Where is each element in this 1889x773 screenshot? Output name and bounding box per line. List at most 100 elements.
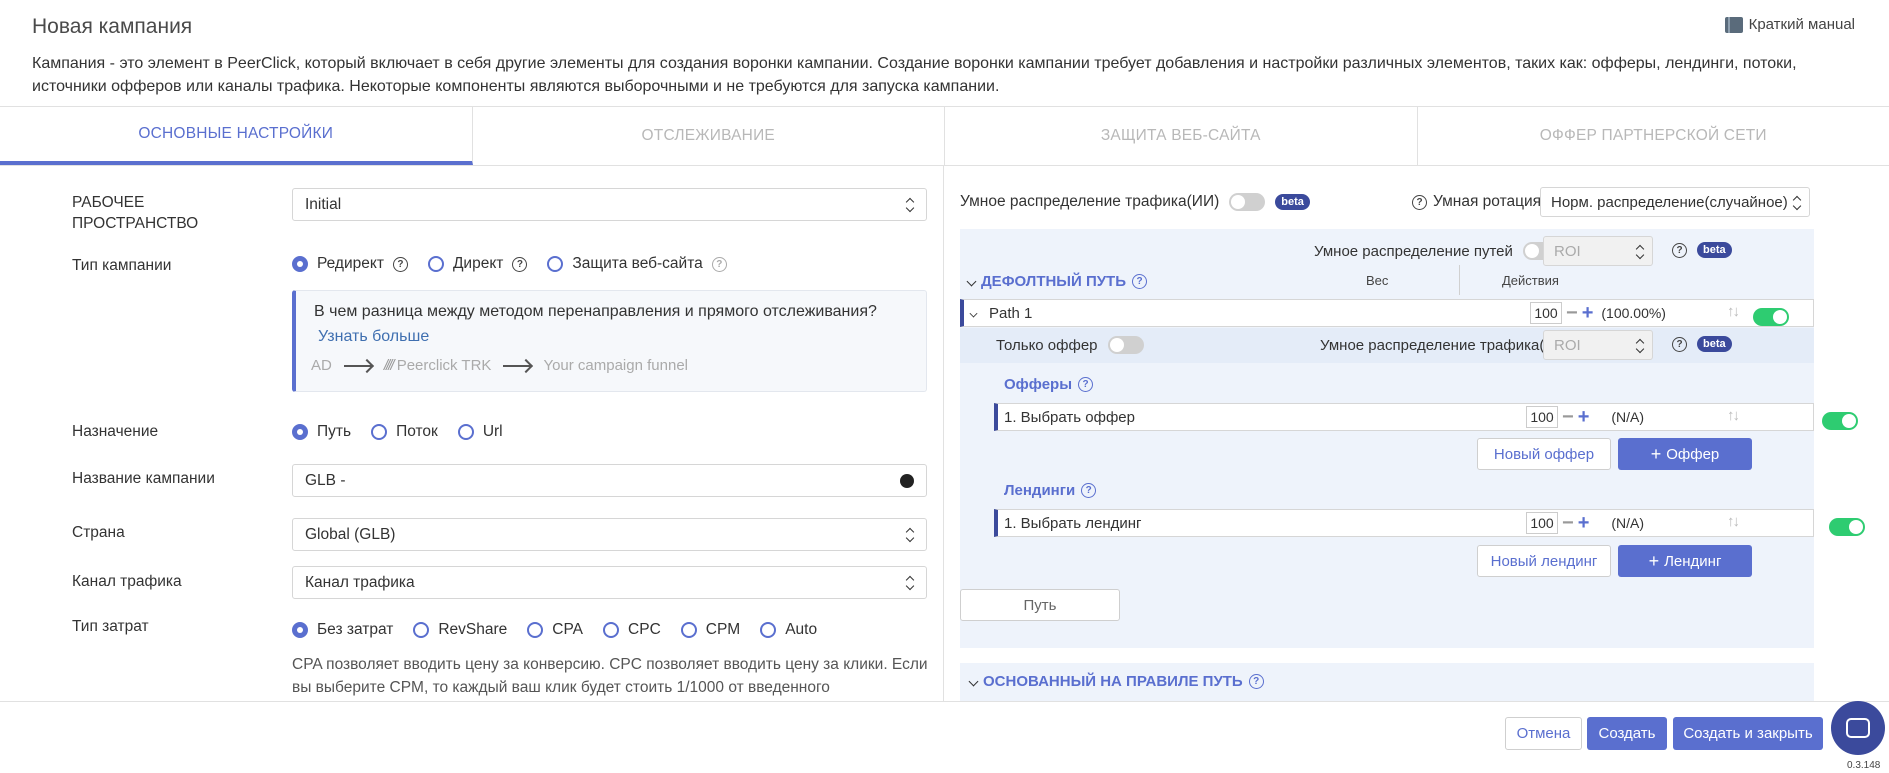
plus-icon[interactable]: + xyxy=(1582,303,1594,323)
help-icon[interactable]: ? xyxy=(1412,194,1427,210)
radio-flow[interactable]: Поток xyxy=(371,423,438,441)
select-arrows-icon xyxy=(1636,245,1644,259)
radio-label: Директ xyxy=(452,255,504,272)
flow-peerclick-label: Peerclick TRK xyxy=(396,357,492,374)
roi-path-select[interactable]: ROI xyxy=(1543,330,1653,360)
path-weight-stepper[interactable]: 100 − + (100.00%) xyxy=(1530,302,1666,324)
main-settings-form: РАБОЧЕЕ ПРОСТРАНСТВО Initial Тип кампани… xyxy=(0,166,943,701)
reorder-arrows-icon[interactable]: ↑↓ xyxy=(1727,407,1740,424)
color-dot-icon[interactable] xyxy=(900,474,914,488)
radio-cpa[interactable]: CPA xyxy=(527,621,583,639)
offer-select-label[interactable]: 1. Выбрать оффер xyxy=(1004,409,1135,426)
radio-cpc[interactable]: CPC xyxy=(603,621,661,639)
chevron-down-icon[interactable] xyxy=(969,309,978,317)
landing-row[interactable]: 1. Выбрать лендинг 100 − + (N/A) ↑↓ xyxy=(994,509,1865,537)
tracking-flow: AD //// Peerclick TRK Your campaign funn… xyxy=(311,357,688,374)
offer-row[interactable]: 1. Выбрать оффер 100 − + (N/A) ↑↓ xyxy=(994,403,1858,431)
smart-traffic-row: Умное распределение трафика(ИИ) beta xyxy=(960,193,1310,211)
radio-label: RevShare xyxy=(438,621,508,638)
minus-icon[interactable]: − xyxy=(1562,513,1574,533)
smart-traffic-toggle[interactable] xyxy=(1229,193,1266,211)
manual-label: Краткий манual xyxy=(1748,16,1855,33)
learn-more-link[interactable]: Узнать больше xyxy=(318,328,429,346)
minus-icon[interactable]: − xyxy=(1566,303,1578,323)
add-offer-button[interactable]: + Оффер xyxy=(1618,438,1752,470)
landing-weight-stepper[interactable]: 100 − + (N/A) xyxy=(1526,512,1644,534)
path-weight-value[interactable]: 100 xyxy=(1530,302,1562,324)
add-landing-button[interactable]: + Лендинг xyxy=(1618,545,1752,577)
default-path-header[interactable]: ДЕФОЛТНЫЙ ПУТЬ ? xyxy=(966,273,1147,290)
default-path-title: ДЕФОЛТНЫЙ ПУТЬ xyxy=(981,273,1126,290)
traffic-channel-value: Канал трафика xyxy=(305,573,415,591)
tab-website-protection[interactable]: ЗАЩИТА ВЕБ-САЙТА xyxy=(945,107,1418,165)
manual-link[interactable]: Краткий манual xyxy=(1724,16,1855,33)
peerclick-logo-icon: //// xyxy=(383,357,395,374)
rotation-select[interactable]: Норм. распределение(случайное) xyxy=(1540,187,1810,217)
radio-unchecked-icon xyxy=(371,424,388,440)
flow-funnel: Your campaign funnel xyxy=(543,357,688,374)
radio-direct[interactable]: Директ ? xyxy=(427,255,528,273)
radio-redirect[interactable]: Редирект ? xyxy=(292,255,408,273)
plus-icon: + xyxy=(1650,443,1662,464)
offer-weight-stepper[interactable]: 100 − + (N/A) xyxy=(1526,406,1644,428)
campaign-name-input[interactable]: GLB - xyxy=(292,464,927,497)
radio-auto[interactable]: Auto xyxy=(760,621,817,639)
add-path-button[interactable]: Путь xyxy=(960,589,1120,621)
new-landing-button[interactable]: Новый лендинг xyxy=(1477,545,1611,577)
cost-type-label: Тип затрат xyxy=(72,618,149,635)
reorder-arrows-icon[interactable]: ↑↓ xyxy=(1727,513,1740,530)
chat-button[interactable] xyxy=(1831,701,1885,755)
radio-unchecked-icon xyxy=(603,622,620,638)
minus-icon[interactable]: − xyxy=(1562,407,1574,427)
radio-website-protection[interactable]: Защита веб-сайта ? xyxy=(547,255,727,273)
rotation-value: Норм. распределение(случайное) xyxy=(1551,193,1788,211)
reorder-arrows-icon[interactable]: ↑↓ xyxy=(1727,303,1740,320)
offer-percent: (N/A) xyxy=(1611,409,1645,425)
cancel-button[interactable]: Отмена xyxy=(1505,717,1582,750)
help-icon[interactable]: ? xyxy=(1672,337,1687,352)
radio-path[interactable]: Путь xyxy=(292,423,351,441)
radio-unchecked-icon xyxy=(457,424,474,440)
smart-traffic-label: Умное распределение трафика(ИИ) xyxy=(960,193,1220,210)
offer-weight-value[interactable]: 100 xyxy=(1526,406,1558,428)
help-icon[interactable]: ? xyxy=(1132,274,1147,289)
tab-tracking[interactable]: ОТСЛЕЖИВАНИЕ xyxy=(473,107,945,165)
offer-only-toggle[interactable] xyxy=(1107,336,1144,354)
path-row[interactable]: Path 1 100 − + (100.00%) ↑↓ xyxy=(960,299,1814,327)
plus-icon[interactable]: + xyxy=(1578,513,1590,533)
help-icon[interactable]: ? xyxy=(1248,674,1264,689)
help-icon[interactable]: ? xyxy=(512,256,528,272)
workspace-select[interactable]: Initial xyxy=(292,188,927,221)
traffic-channel-select[interactable]: Канал трафика xyxy=(292,566,927,599)
help-icon[interactable]: ? xyxy=(1672,243,1687,258)
rule-path-header[interactable]: ОСНОВАННЫЙ НА ПРАВИЛЕ ПУТЬ ? xyxy=(968,673,1264,690)
radio-label: CPM xyxy=(705,621,741,638)
radio-revshare[interactable]: RevShare xyxy=(413,621,507,639)
landing-weight-value[interactable]: 100 xyxy=(1526,512,1558,534)
radio-no-cost[interactable]: Без затрат xyxy=(292,621,393,639)
new-offer-button[interactable]: Новый оффер xyxy=(1477,438,1611,470)
roi-select[interactable]: ROI xyxy=(1543,236,1653,266)
offers-header: Офферы ? xyxy=(1004,376,1094,393)
path-active-toggle[interactable] xyxy=(1753,308,1790,326)
help-icon[interactable]: ? xyxy=(1078,377,1094,392)
create-and-close-button[interactable]: Создать и закрыть xyxy=(1673,717,1823,750)
plus-icon[interactable]: + xyxy=(1578,407,1590,427)
help-icon[interactable]: ? xyxy=(1081,483,1097,498)
country-select[interactable]: Global (GLB) xyxy=(292,518,927,551)
landing-active-toggle[interactable] xyxy=(1828,518,1865,536)
help-icon[interactable]: ? xyxy=(392,256,408,272)
workspace-label: РАБОЧЕЕ ПРОСТРАНСТВО xyxy=(72,194,199,232)
tab-affiliate-offer[interactable]: ОФФЕР ПАРТНЕРСКОЙ СЕТИ xyxy=(1418,107,1889,165)
radio-url[interactable]: Url xyxy=(457,423,503,441)
flow-ad: AD xyxy=(311,357,332,374)
tab-main-settings[interactable]: ОСНОВНЫЕ НАСТРОЙКИ xyxy=(0,107,473,165)
radio-cpm[interactable]: CPM xyxy=(680,621,741,639)
help-icon[interactable]: ? xyxy=(711,256,727,272)
offer-active-toggle[interactable] xyxy=(1821,412,1858,430)
workspace-value: Initial xyxy=(305,195,342,213)
landing-select-label[interactable]: 1. Выбрать лендинг xyxy=(1004,515,1142,532)
column-divider xyxy=(1459,265,1460,295)
offer-only-row: Только оффер xyxy=(996,336,1144,354)
create-button[interactable]: Создать xyxy=(1587,717,1667,750)
